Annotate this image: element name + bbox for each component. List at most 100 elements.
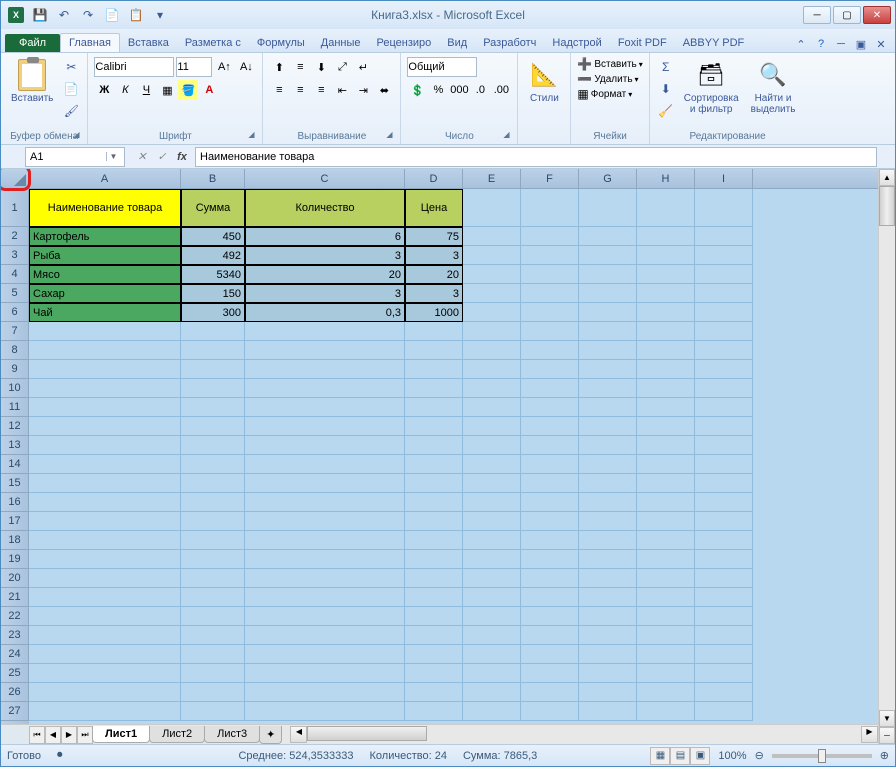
sheet-nav-last-icon[interactable]: ⏭ [77,726,93,744]
sheet-tab-1[interactable]: Лист1 [92,726,150,743]
cell-G5[interactable] [579,284,637,303]
cell-F26[interactable] [521,683,579,702]
cell-I13[interactable] [695,436,753,455]
cell-F13[interactable] [521,436,579,455]
cell-A23[interactable] [29,626,181,645]
cell-B2[interactable]: 450 [181,227,245,246]
cell-H5[interactable] [637,284,695,303]
cell-C25[interactable] [245,664,405,683]
close-button[interactable]: ✕ [863,6,891,24]
cell-C17[interactable] [245,512,405,531]
cell-B19[interactable] [181,550,245,569]
doc-restore-icon[interactable]: ▣ [853,36,869,52]
scroll-right-icon[interactable]: ▶ [861,726,878,743]
cell-B9[interactable] [181,360,245,379]
row-header-10[interactable]: 10 [1,379,29,398]
row-header-11[interactable]: 11 [1,398,29,417]
cell-D17[interactable] [405,512,463,531]
cell-F25[interactable] [521,664,579,683]
tab-addins[interactable]: Надстрой [544,34,609,52]
cell-I16[interactable] [695,493,753,512]
cell-I4[interactable] [695,265,753,284]
cell-A22[interactable] [29,607,181,626]
cell-H18[interactable] [637,531,695,550]
sheet-tab-3[interactable]: Лист3 [204,726,260,743]
col-header-D[interactable]: D [405,169,463,188]
cell-F10[interactable] [521,379,579,398]
cell-C15[interactable] [245,474,405,493]
cell-B26[interactable] [181,683,245,702]
cell-H26[interactable] [637,683,695,702]
cell-E10[interactable] [463,379,521,398]
cell-I18[interactable] [695,531,753,550]
enter-formula-icon[interactable]: ✓ [153,148,171,166]
cell-A18[interactable] [29,531,181,550]
horizontal-scrollbar[interactable]: ◀ ▶ │ [290,725,895,744]
cell-C27[interactable] [245,702,405,721]
find-select-button[interactable]: 🔍 Найти и выделить [747,57,800,117]
cell-G3[interactable] [579,246,637,265]
cell-D16[interactable] [405,493,463,512]
cell-F9[interactable] [521,360,579,379]
row-header-19[interactable]: 19 [1,550,29,569]
zoom-level[interactable]: 100% [718,750,746,762]
cell-F20[interactable] [521,569,579,588]
cell-A11[interactable] [29,398,181,417]
cell-G1[interactable] [579,189,637,227]
align-left-icon[interactable]: ≡ [269,80,289,100]
cell-F5[interactable] [521,284,579,303]
tab-abbyy[interactable]: ABBYY PDF [675,34,753,52]
cell-G11[interactable] [579,398,637,417]
cell-B24[interactable] [181,645,245,664]
cell-G23[interactable] [579,626,637,645]
cell-F14[interactable] [521,455,579,474]
cell-B22[interactable] [181,607,245,626]
cell-C13[interactable] [245,436,405,455]
row-header-9[interactable]: 9 [1,360,29,379]
cell-C8[interactable] [245,341,405,360]
cell-F3[interactable] [521,246,579,265]
cell-F19[interactable] [521,550,579,569]
cell-B1[interactable]: Сумма [181,189,245,227]
cell-C4[interactable]: 20 [245,265,405,284]
vscroll-thumb[interactable] [879,189,895,226]
cell-E27[interactable] [463,702,521,721]
cell-E1[interactable] [463,189,521,227]
cell-H13[interactable] [637,436,695,455]
row-header-14[interactable]: 14 [1,455,29,474]
row-header-24[interactable]: 24 [1,645,29,664]
cell-A24[interactable] [29,645,181,664]
scroll-left-icon[interactable]: ◀ [290,726,307,743]
cell-C24[interactable] [245,645,405,664]
cell-A9[interactable] [29,360,181,379]
align-right-icon[interactable]: ≡ [311,80,331,100]
cell-H24[interactable] [637,645,695,664]
cell-A15[interactable] [29,474,181,493]
number-format-select[interactable] [407,57,477,77]
undo-icon[interactable]: ↶ [53,4,75,26]
format-painter-icon[interactable]: 🖌 [61,101,81,121]
cell-D20[interactable] [405,569,463,588]
alignment-launcher[interactable]: ◢ [386,130,398,142]
cell-I10[interactable] [695,379,753,398]
cell-A7[interactable] [29,322,181,341]
cell-I26[interactable] [695,683,753,702]
cell-H12[interactable] [637,417,695,436]
cell-A14[interactable] [29,455,181,474]
cell-C21[interactable] [245,588,405,607]
inc-decimal-icon[interactable]: .0 [470,80,490,100]
cell-G2[interactable] [579,227,637,246]
cell-I20[interactable] [695,569,753,588]
cell-G15[interactable] [579,474,637,493]
row-header-1[interactable]: 1 [1,189,29,227]
cell-D8[interactable] [405,341,463,360]
cell-F11[interactable] [521,398,579,417]
cell-B5[interactable]: 150 [181,284,245,303]
tab-formulas[interactable]: Формулы [249,34,313,52]
cell-G18[interactable] [579,531,637,550]
cell-C18[interactable] [245,531,405,550]
cell-I24[interactable] [695,645,753,664]
cell-G14[interactable] [579,455,637,474]
name-box-dropdown-icon[interactable]: ▼ [106,152,120,161]
cell-G27[interactable] [579,702,637,721]
